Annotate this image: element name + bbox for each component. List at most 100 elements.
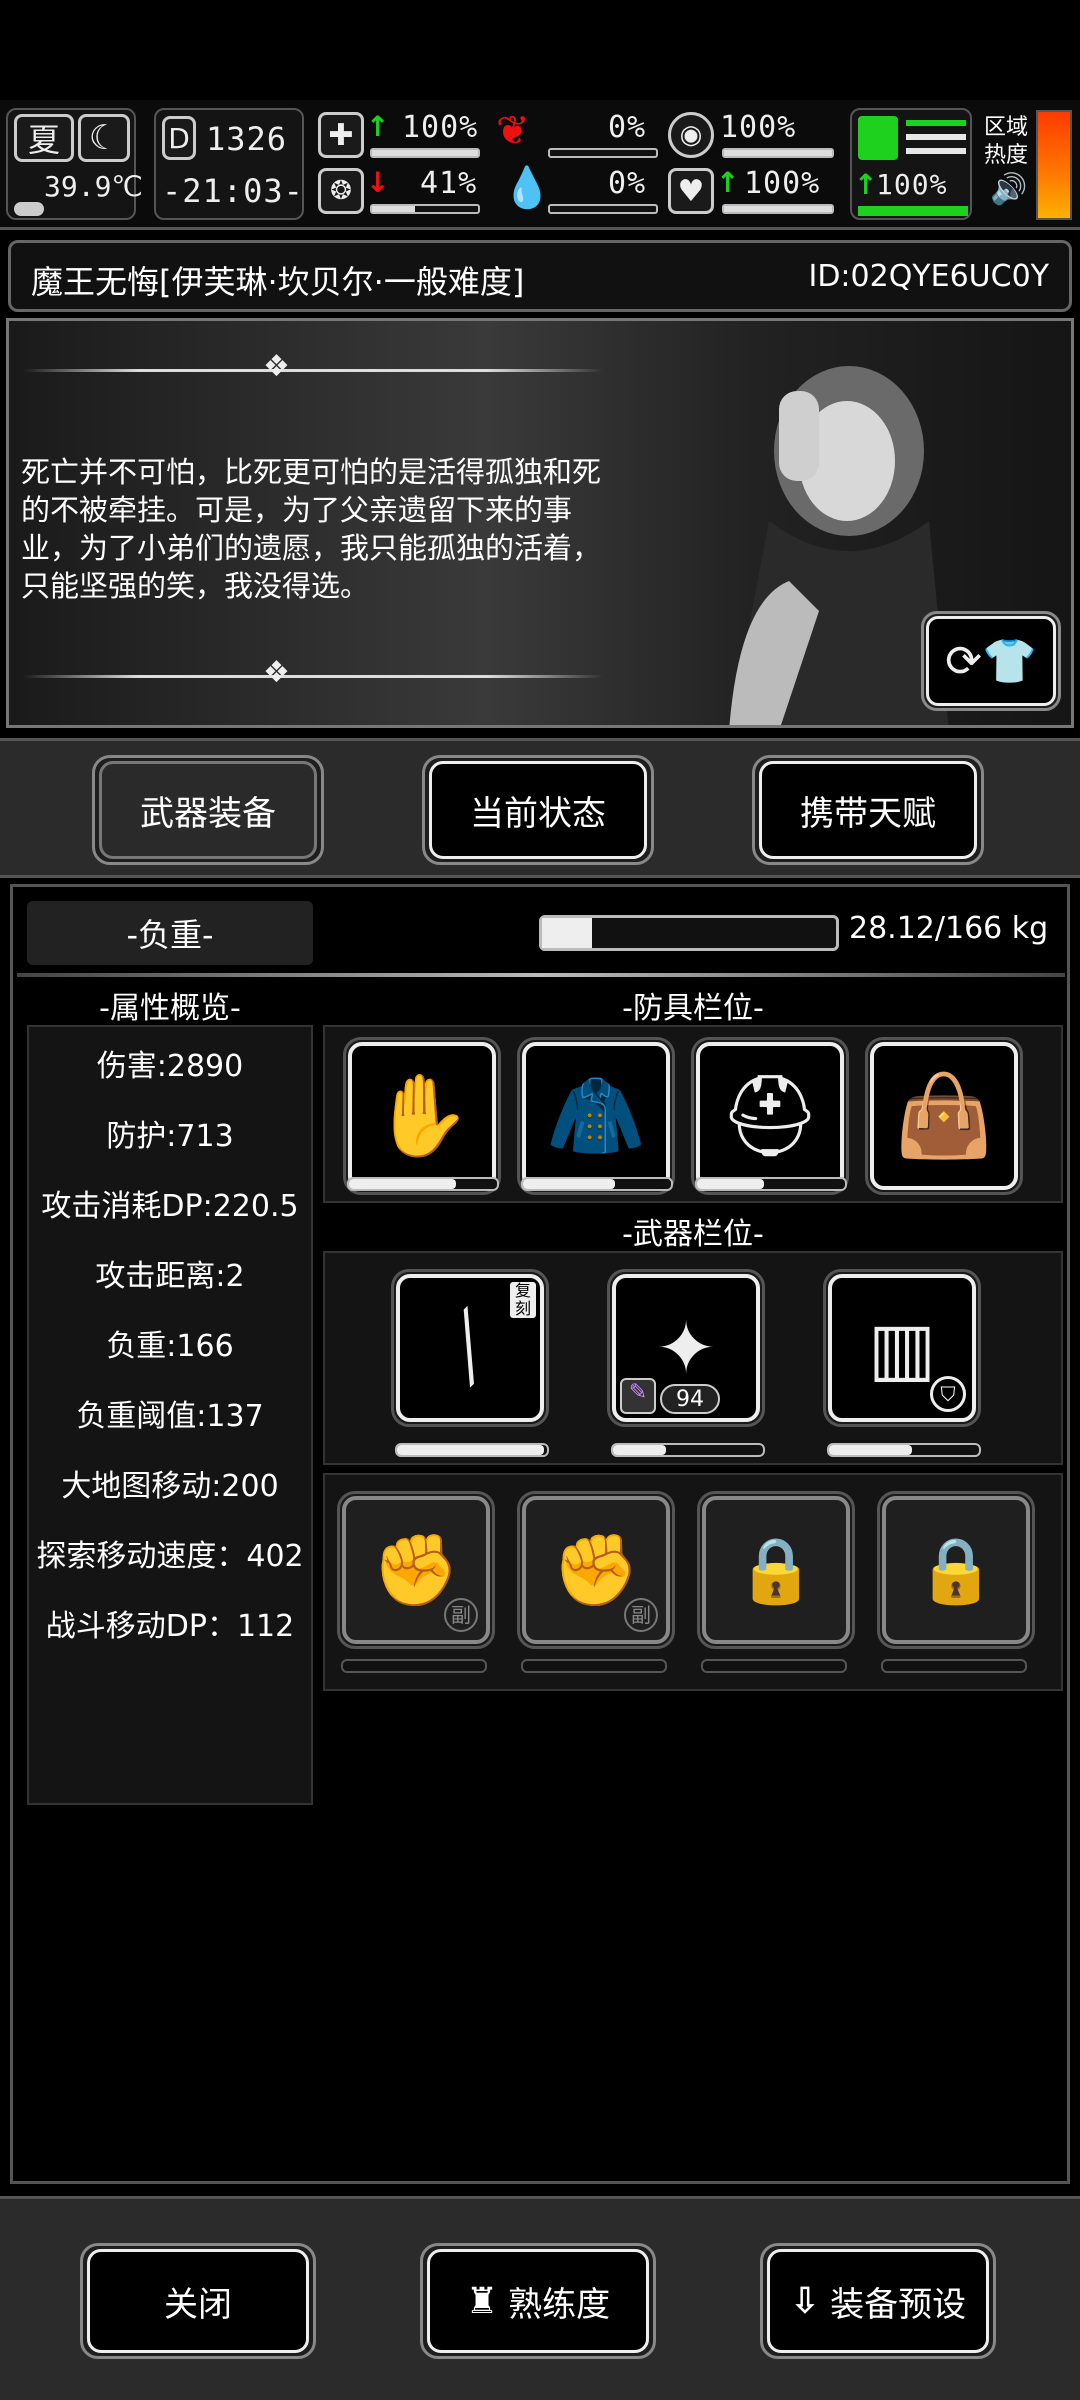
tab-current-status[interactable]: 当前状态 bbox=[422, 755, 654, 865]
helmet-icon: ⛑ bbox=[719, 1069, 821, 1162]
health-bar bbox=[370, 148, 480, 158]
sanity-bar bbox=[370, 204, 480, 214]
lock-icon: 🔒 bbox=[916, 1533, 996, 1608]
status-hud: 夏 ☾ 39.9℃ D 1326 -21:03- ✚ ↑ 100% ❦ 0% ◉… bbox=[0, 100, 1080, 230]
attributes-header: -属性概览- bbox=[99, 991, 241, 1026]
ornament-divider-top bbox=[23, 369, 603, 372]
fist-icon: ✊ bbox=[552, 1528, 640, 1611]
arrow-up-icon: ↑ bbox=[366, 110, 390, 143]
speaker-icon[interactable]: 🔊 bbox=[990, 172, 1027, 207]
load-label: -负重- bbox=[27, 901, 313, 965]
shield-badge-icon: ⛉ bbox=[930, 1376, 966, 1412]
armor-slot-helmet[interactable]: ⛑ bbox=[691, 1037, 849, 1195]
sub-weapon-slots: ✊ 副 ✊ 副 🔒 🔒 bbox=[323, 1473, 1063, 1691]
weapon-slot-shield-pack[interactable]: ▥ ⛉ bbox=[823, 1269, 981, 1427]
lock-icon: 🔒 bbox=[736, 1533, 816, 1608]
stat-value-water: 100% bbox=[720, 110, 797, 145]
tab-talents[interactable]: 携带天赋 bbox=[752, 755, 984, 865]
gun-icon: ✦ bbox=[655, 1306, 717, 1390]
stat-value-mood: 100% bbox=[744, 166, 821, 201]
equipment-panel: -负重- 28.12/166 kg -属性概览- 伤害:2890 防护:713 … bbox=[10, 884, 1070, 2184]
ornament-icon: ❖ bbox=[263, 349, 290, 384]
stat-value-blood: 0% bbox=[608, 166, 647, 201]
stat-meters: ✚ ↑ 100% ❦ 0% ◉ 100% ❂ ↓ 41% 💧 0% ♥ ↑ 10… bbox=[318, 108, 848, 220]
coat-icon: 🧥 bbox=[546, 1069, 646, 1162]
sub-slot-1[interactable]: ✊ 副 bbox=[337, 1491, 495, 1649]
attr-damage: 伤害:2890 bbox=[96, 1049, 244, 1084]
durability-bar bbox=[347, 1177, 499, 1191]
sub-slot-2[interactable]: ✊ 副 bbox=[517, 1491, 675, 1649]
durability-bar bbox=[881, 1659, 1027, 1673]
stamina-value: 100% bbox=[876, 168, 948, 201]
armor-slot-gloves[interactable]: ✋ bbox=[343, 1037, 501, 1195]
clock: -21:03- bbox=[162, 172, 304, 210]
armor-header: -防具栏位- bbox=[622, 991, 764, 1026]
season-badge: 夏 bbox=[14, 114, 74, 162]
load-bar bbox=[539, 915, 839, 951]
locked-slot-1[interactable]: 🔒 bbox=[697, 1491, 855, 1649]
character-quote: 死亡并不可怕，比死更可怕的是活得孤独和死的不被牵挂。可是，为了父亲遗留下来的事业… bbox=[21, 455, 602, 603]
outfit-refresh-icon: ⟳👕 bbox=[926, 616, 1056, 706]
shield-pack-icon: ▥ bbox=[867, 1306, 937, 1390]
character-portrait-panel: ❖ 死亡并不可怕，比死更可怕的是活得孤独和死的不被牵挂。可是，为了父亲遗留下来的… bbox=[6, 318, 1074, 728]
proficiency-icon: ♜ bbox=[465, 2280, 499, 2322]
locked-slot-2[interactable]: 🔒 bbox=[877, 1491, 1035, 1649]
durability-bar bbox=[521, 1177, 673, 1191]
weather-panel[interactable]: 夏 ☾ 39.9℃ bbox=[6, 108, 143, 220]
attr-combat-move-dp: 战斗移动DP：112 bbox=[45, 1609, 295, 1644]
attr-map-move: 大地图移动:200 bbox=[61, 1469, 279, 1504]
moon-icon: ☾ bbox=[78, 114, 130, 162]
stomach-icon: ❦ bbox=[496, 108, 530, 154]
blood-bar bbox=[548, 204, 658, 214]
hunger-bar bbox=[548, 148, 658, 158]
day-counter: 1326 bbox=[206, 120, 288, 158]
weapon-slots: ⟋ 复刻 ✦ ✎ 94 ▥ ⛉ bbox=[323, 1251, 1063, 1465]
close-button[interactable]: 关闭 bbox=[80, 2243, 316, 2359]
proficiency-button[interactable]: ♜ 熟练度 bbox=[420, 2243, 656, 2359]
load-bar-fill bbox=[542, 918, 592, 948]
armor-slot-bag[interactable]: 👜 bbox=[865, 1037, 1023, 1195]
boot-icon bbox=[858, 116, 898, 160]
weapon-slot-gun[interactable]: ✦ ✎ 94 bbox=[607, 1269, 765, 1427]
stamina-panel: ↑ 100% bbox=[850, 108, 972, 220]
load-value: 28.12/166 kg bbox=[849, 911, 1049, 946]
attr-load: 负重:166 bbox=[106, 1329, 234, 1364]
durability-bar bbox=[395, 1443, 549, 1457]
arrow-up-icon: ↑ bbox=[854, 168, 878, 201]
stat-value-sanity: 41% bbox=[420, 166, 478, 201]
heart-icon: ♥ bbox=[668, 168, 714, 214]
equipment-preset-button[interactable]: ⇩ 装备预设 bbox=[760, 2243, 996, 2359]
medkit-icon: ✚ bbox=[318, 112, 364, 158]
sub-badge: 副 bbox=[624, 1598, 658, 1632]
mood-bar bbox=[722, 204, 834, 214]
durability-bar bbox=[611, 1443, 765, 1457]
attr-armor: 防护:713 bbox=[106, 1119, 234, 1154]
region-heat-label: 区域 热度 bbox=[984, 115, 1029, 168]
armor-slot-coat[interactable]: 🧥 bbox=[517, 1037, 675, 1195]
day-icon: D bbox=[162, 116, 196, 160]
weapon-slot-spear[interactable]: ⟋ 复刻 bbox=[391, 1269, 549, 1427]
spear-icon: ⟋ bbox=[416, 1294, 523, 1401]
change-outfit-button[interactable]: ⟳👕 bbox=[921, 611, 1061, 711]
region-heat-meter bbox=[1036, 110, 1072, 220]
water-bar bbox=[722, 148, 834, 158]
character-name: 魔王无悔[伊芙琳·坎贝尔·一般难度] bbox=[31, 263, 525, 301]
durability-bar bbox=[521, 1659, 667, 1673]
arrow-down-icon: ↓ bbox=[366, 166, 390, 199]
ammo-count: 94 bbox=[660, 1384, 720, 1414]
attr-load-threshold: 负重阈值:137 bbox=[76, 1399, 264, 1434]
attr-attack-dp: 攻击消耗DP:220.5 bbox=[41, 1189, 299, 1224]
stamina-bar bbox=[858, 206, 968, 216]
bottom-action-bar: 关闭 ♜ 熟练度 ⇩ 装备预设 bbox=[0, 2196, 1080, 2400]
ammo-type-icon: ✎ bbox=[620, 1378, 656, 1414]
brain-icon: ❂ bbox=[318, 168, 364, 214]
temperature: 39.9℃ bbox=[44, 170, 143, 203]
character-portrait bbox=[709, 351, 949, 725]
attr-explore-speed: 探索移动速度：402 bbox=[36, 1539, 304, 1574]
bag-icon: 👜 bbox=[894, 1069, 994, 1162]
time-panel: D 1326 -21:03- bbox=[154, 108, 304, 220]
cloud-icon bbox=[14, 202, 44, 216]
ornament-icon: ❖ bbox=[263, 655, 290, 690]
sub-badge: 副 bbox=[444, 1598, 478, 1632]
tab-weapons-equipment[interactable]: 武器装备 bbox=[92, 755, 324, 865]
